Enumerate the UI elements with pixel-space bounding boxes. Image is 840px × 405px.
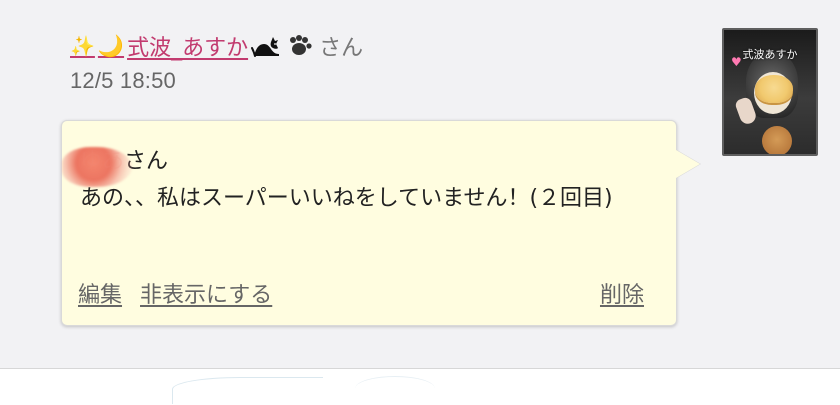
comment-bubble-tail bbox=[676, 150, 700, 178]
comment-timestamp: 12/5 18:50 bbox=[70, 68, 176, 93]
sparkles-icon: ✨ bbox=[70, 34, 95, 58]
redacted-name: ゆあ bbox=[80, 149, 125, 174]
comment-bubble: ゆあさん あの、、私はスーパーいいねをしていません！(２回目) 編集 非表示にす… bbox=[61, 120, 677, 326]
comment-actions: 編集 非表示にする 削除 bbox=[78, 277, 644, 309]
delete-button[interactable]: 削除 bbox=[600, 277, 644, 309]
cookie-sticker-icon bbox=[762, 126, 792, 154]
hide-button[interactable]: 非表示にする bbox=[140, 277, 272, 309]
honorific-suffix: さん bbox=[319, 36, 364, 61]
commenter-name-line: ✨ 🌙 式波_あすか さん bbox=[70, 28, 690, 64]
commenter-avatar[interactable]: ♥ 式波あすか bbox=[722, 28, 818, 156]
black-cat-icon bbox=[251, 32, 282, 60]
faint-illustration-shape bbox=[355, 376, 435, 401]
commenter-name-link[interactable]: ✨ 🌙 式波_あすか bbox=[70, 30, 313, 62]
pancake-sticker-icon bbox=[755, 75, 793, 103]
message-line-1: ゆあさん bbox=[62, 143, 660, 187]
message-line-2: あの、、私はスーパーいいねをしていません！(２回目) bbox=[80, 186, 613, 211]
avatar-overlay-text: 式波あすか bbox=[742, 48, 798, 61]
paw-print-icon bbox=[285, 34, 313, 58]
comment-message: ゆあさん あの、、私はスーパーいいねをしていません！(２回目) bbox=[62, 143, 660, 217]
commenter-name: 式波_あすか bbox=[127, 36, 249, 61]
faint-illustration-shape bbox=[172, 377, 323, 404]
next-comment-preview bbox=[0, 368, 840, 405]
edit-button[interactable]: 編集 bbox=[78, 277, 122, 309]
comment-header: ✨ 🌙 式波_あすか さん 12/5 18:50 bbox=[70, 28, 690, 94]
crescent-moon-icon: 🌙 bbox=[97, 33, 125, 58]
